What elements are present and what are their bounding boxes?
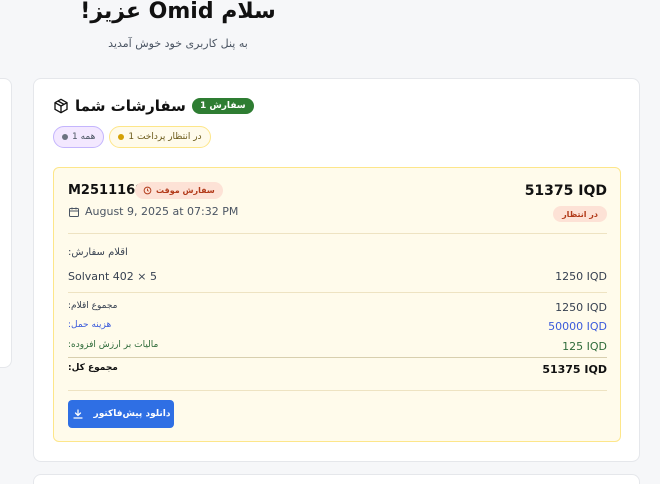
shipping-label: هزینه حمل:	[68, 320, 112, 330]
clock-icon	[143, 186, 152, 195]
order-id: M2511169	[68, 183, 145, 198]
subtotal-row: مجموع اقلام: 1250 IQD	[68, 301, 607, 314]
divider	[68, 357, 607, 358]
subtotal-label: مجموع اقلام:	[68, 301, 118, 311]
orders-card: سفارشات شما سفارش 1 همه 1 در انتظار پردا…	[33, 78, 640, 462]
order-total: 51375 IQD	[524, 183, 607, 199]
filter-pending-payment[interactable]: در انتظار پرداخت 1	[109, 126, 211, 148]
vat-value: 125 IQD	[562, 340, 607, 353]
order-items-heading: اقلام سفارش:	[68, 247, 128, 258]
temporary-order-label: سفارش موقت	[156, 186, 215, 195]
download-icon	[72, 409, 83, 419]
calendar-icon	[69, 207, 79, 217]
subtotal-value: 1250 IQD	[555, 301, 607, 314]
divider	[68, 390, 607, 391]
vat-row: مالیات بر ارزش افزوده: 125 IQD	[68, 340, 607, 353]
download-invoice-button[interactable]: دانلود پیش‌فاکتور	[68, 400, 174, 428]
order-date-text: August 9, 2025 at 07:32 PM	[85, 205, 239, 218]
order-filters: همه 1 در انتظار پرداخت 1	[53, 126, 211, 148]
orders-count-badge: سفارش 1	[191, 98, 254, 114]
orders-title-row: سفارشات شما سفارش 1	[53, 97, 254, 115]
grand-total-row: مجموع کل: 51375 IQD	[68, 363, 607, 376]
order-card: M2511169 سفارش موقت August 9, 2025 at 07…	[53, 167, 621, 442]
yellow-dot-icon	[118, 134, 125, 140]
order-item-row: Solvant 402 × 5 1250 IQD	[68, 270, 607, 283]
grand-total-value: 51375 IQD	[542, 363, 607, 376]
order-item-price: 1250 IQD	[555, 270, 607, 283]
filter-all-label: همه 1	[72, 132, 96, 142]
order-date: August 9, 2025 at 07:32 PM	[68, 205, 238, 218]
filter-pending-label: در انتظار پرداخت 1	[128, 132, 202, 142]
shipping-value: 50000 IQD	[548, 320, 607, 333]
orders-title: سفارشات شما	[75, 97, 186, 115]
divider	[68, 292, 607, 293]
gray-dot-icon	[62, 134, 68, 140]
order-item-name: Solvant 402 × 5	[68, 270, 158, 283]
package-icon	[54, 98, 68, 114]
order-status-badge: در انتظار	[553, 206, 607, 222]
shipping-row: هزینه حمل: 50000 IQD	[68, 320, 607, 333]
vat-label: مالیات بر ارزش افزوده:	[68, 340, 159, 350]
greeting-header: سلام Omid عزیز! به پنل کاربری خود خوش آم…	[0, 0, 356, 50]
divider	[68, 233, 607, 234]
download-invoice-label: دانلود پیش‌فاکتور	[93, 409, 171, 419]
sidebar-panel	[0, 78, 12, 368]
greeting-subtitle: به پنل کاربری خود خوش آمدید	[108, 37, 248, 50]
filter-all[interactable]: همه 1	[53, 126, 105, 148]
next-card	[33, 474, 640, 484]
temporary-order-badge: سفارش موقت	[135, 182, 223, 199]
greeting-title: سلام Omid عزیز!	[80, 0, 276, 24]
grand-total-label: مجموع کل:	[68, 363, 118, 373]
